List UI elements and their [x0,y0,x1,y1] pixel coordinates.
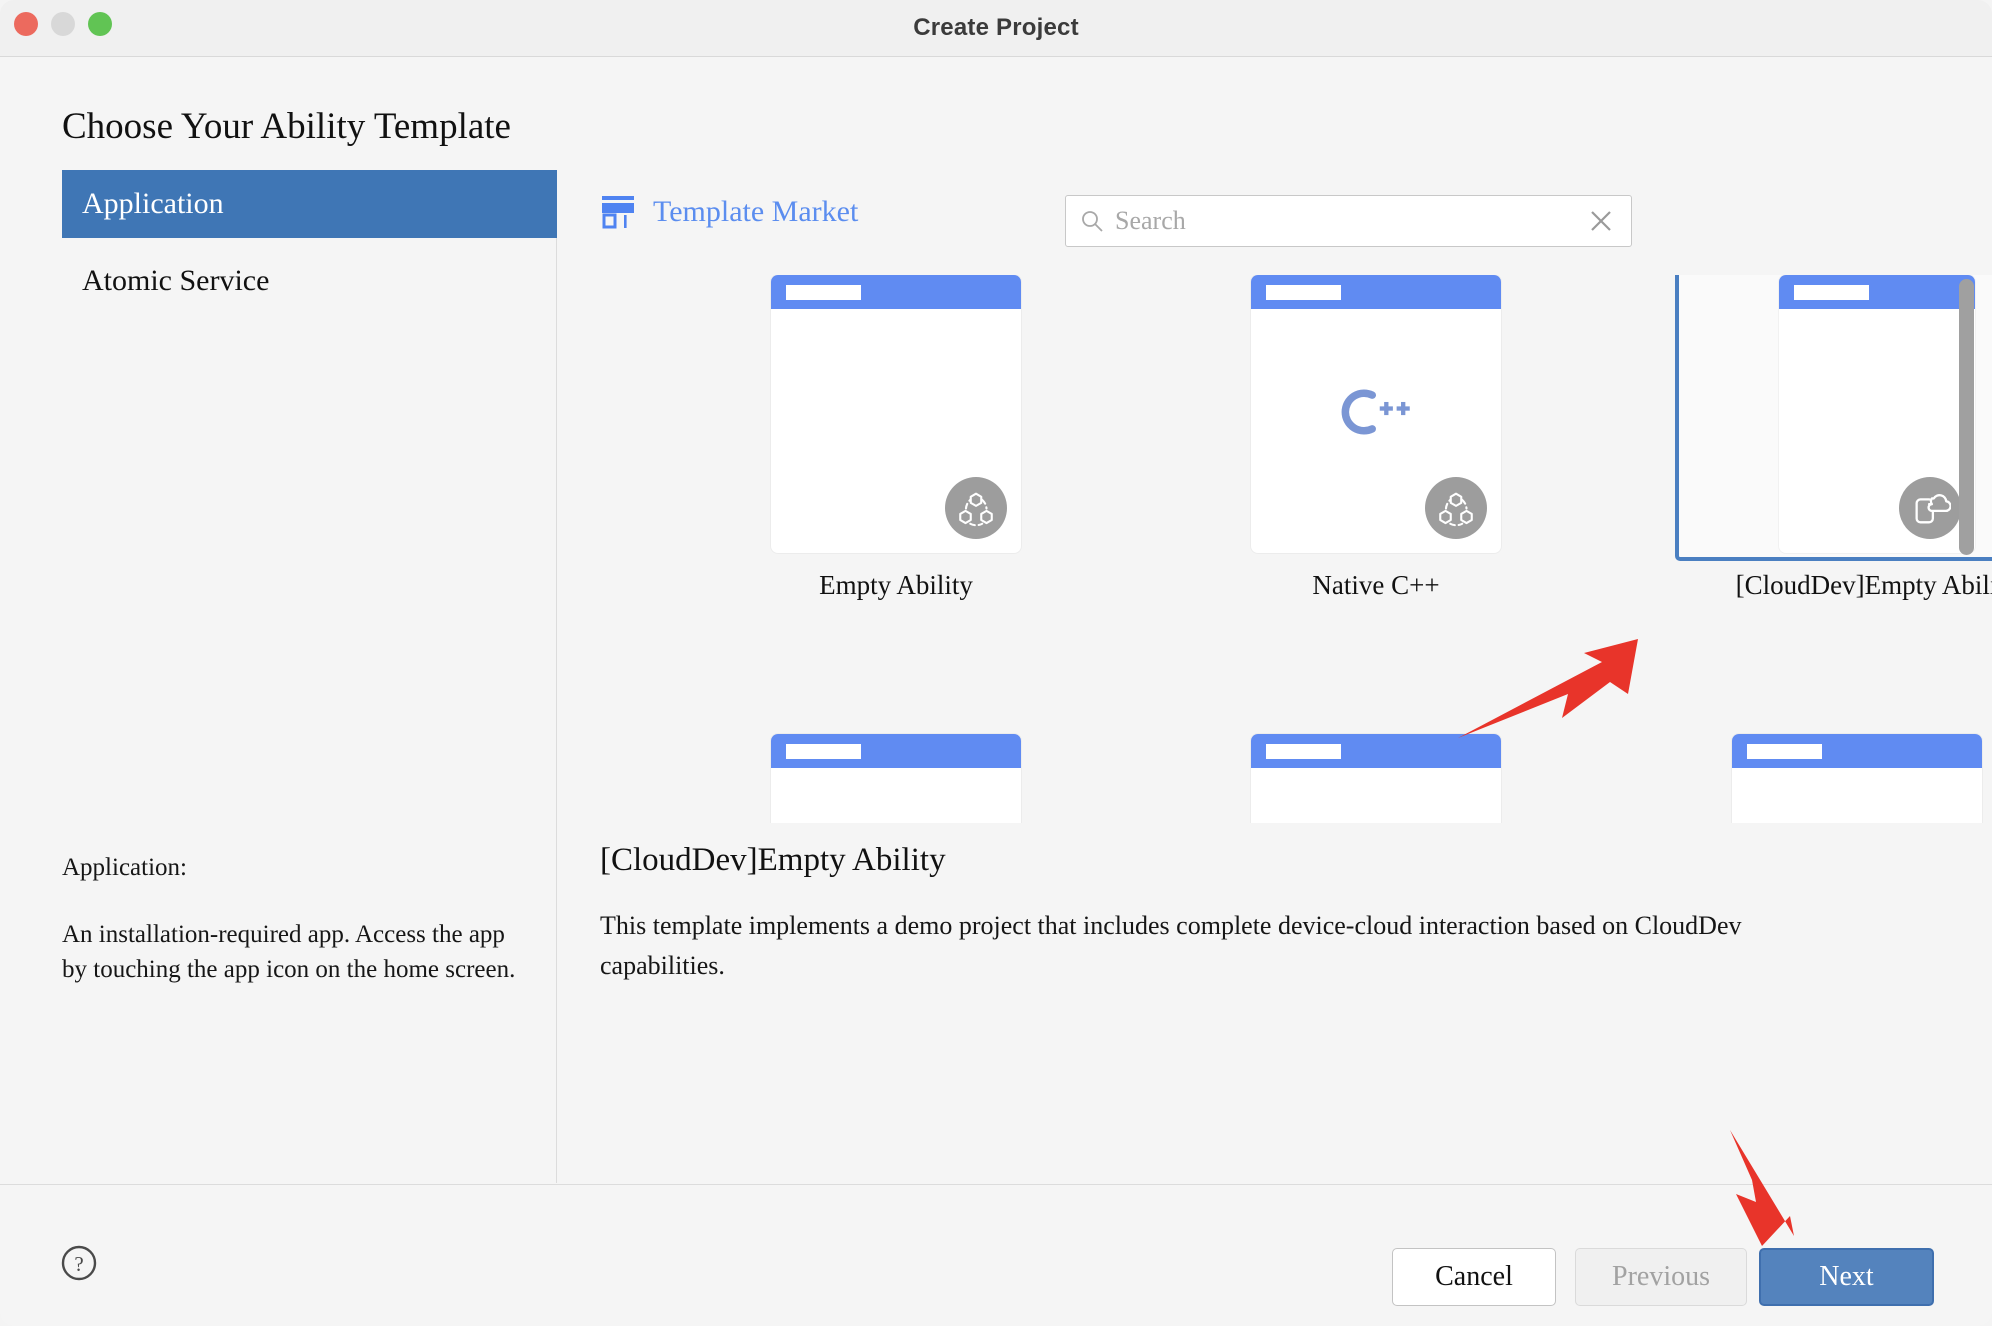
thumbnail-titlebar [1251,734,1501,768]
thumbnail-titlebar [1779,275,1975,309]
template-card-clouddev-empty-ability[interactable]: [CloudDev]Empty Ability [1736,275,1992,601]
template-thumbnail [1732,734,1982,823]
search-box[interactable] [1065,195,1632,247]
template-card-label: Empty Ability [819,570,973,600]
sidebar-description: Application: An installation-required ap… [62,850,532,988]
template-card-label: Native C++ [1312,570,1440,600]
template-panel: Template Market Search Empty Ability Nat… [557,170,1992,1183]
template-thumbnail [1251,275,1501,553]
template-card-empty-ability[interactable]: Empty Ability [771,275,1021,601]
template-market-header[interactable]: Template Market [600,195,858,229]
template-detail-title: [CloudDev]Empty Ability [600,842,946,878]
thumbnail-titlebar [1732,734,1982,768]
create-project-dialog: Create Project Choose Your Ability Templ… [0,0,1992,1326]
sidebar-item-atomic-service[interactable]: Atomic Service [62,247,558,315]
next-button[interactable]: Next [1759,1248,1934,1306]
store-icon [600,195,636,229]
sidebar: Application Atomic Service Application: … [0,170,558,1183]
thumbnail-titlebar [1251,275,1501,309]
svg-text:?: ? [74,1252,83,1276]
previous-button[interactable]: Previous [1575,1248,1747,1306]
template-detail-body: This template implements a demo project … [600,911,1742,981]
help-circle-icon[interactable]: ? [59,1243,99,1283]
cloud-phone-icon [1899,477,1961,539]
search-input[interactable] [1115,206,1588,236]
template-thumbnail [1779,275,1975,553]
sidebar-item-application[interactable]: Application [62,170,558,238]
template-thumbnail [771,275,1021,553]
sidebar-description-body: An installation-required app. Access the… [62,920,516,984]
cancel-button[interactable]: Cancel [1392,1248,1556,1306]
close-icon[interactable] [1588,208,1614,234]
distributed-icon [945,477,1007,539]
template-grid: Empty Ability Native C++ [CloudDev]Empty… [557,275,1992,823]
template-detail: [CloudDev]Empty Ability This template im… [600,842,1790,987]
template-thumbnail [771,734,1021,823]
sidebar-item-label: Atomic Service [82,264,270,297]
cpp-logo-icon [1251,383,1501,441]
template-card-label: [CloudDev]Empty Ability [1735,570,1992,600]
window-title: Create Project [913,14,1079,41]
page-title: Choose Your Ability Template [62,106,511,147]
template-card-row2-1[interactable] [771,734,1021,823]
sidebar-description-title: Application: [62,854,187,881]
template-card-native-cpp[interactable]: Native C++ [1251,275,1501,601]
template-market-label: Template Market [653,195,859,228]
template-card-row2-2[interactable] [1251,734,1501,823]
sidebar-item-label: Application [82,187,224,220]
template-card-row2-3[interactable] [1732,734,1982,823]
distributed-icon [1425,477,1487,539]
template-thumbnail [1251,734,1501,823]
search-icon [1080,209,1104,233]
title-bar: Create Project [0,0,1992,57]
thumbnail-titlebar [771,275,1021,309]
thumbnail-titlebar [771,734,1021,768]
template-grid-scrollbar[interactable] [1959,279,1974,555]
